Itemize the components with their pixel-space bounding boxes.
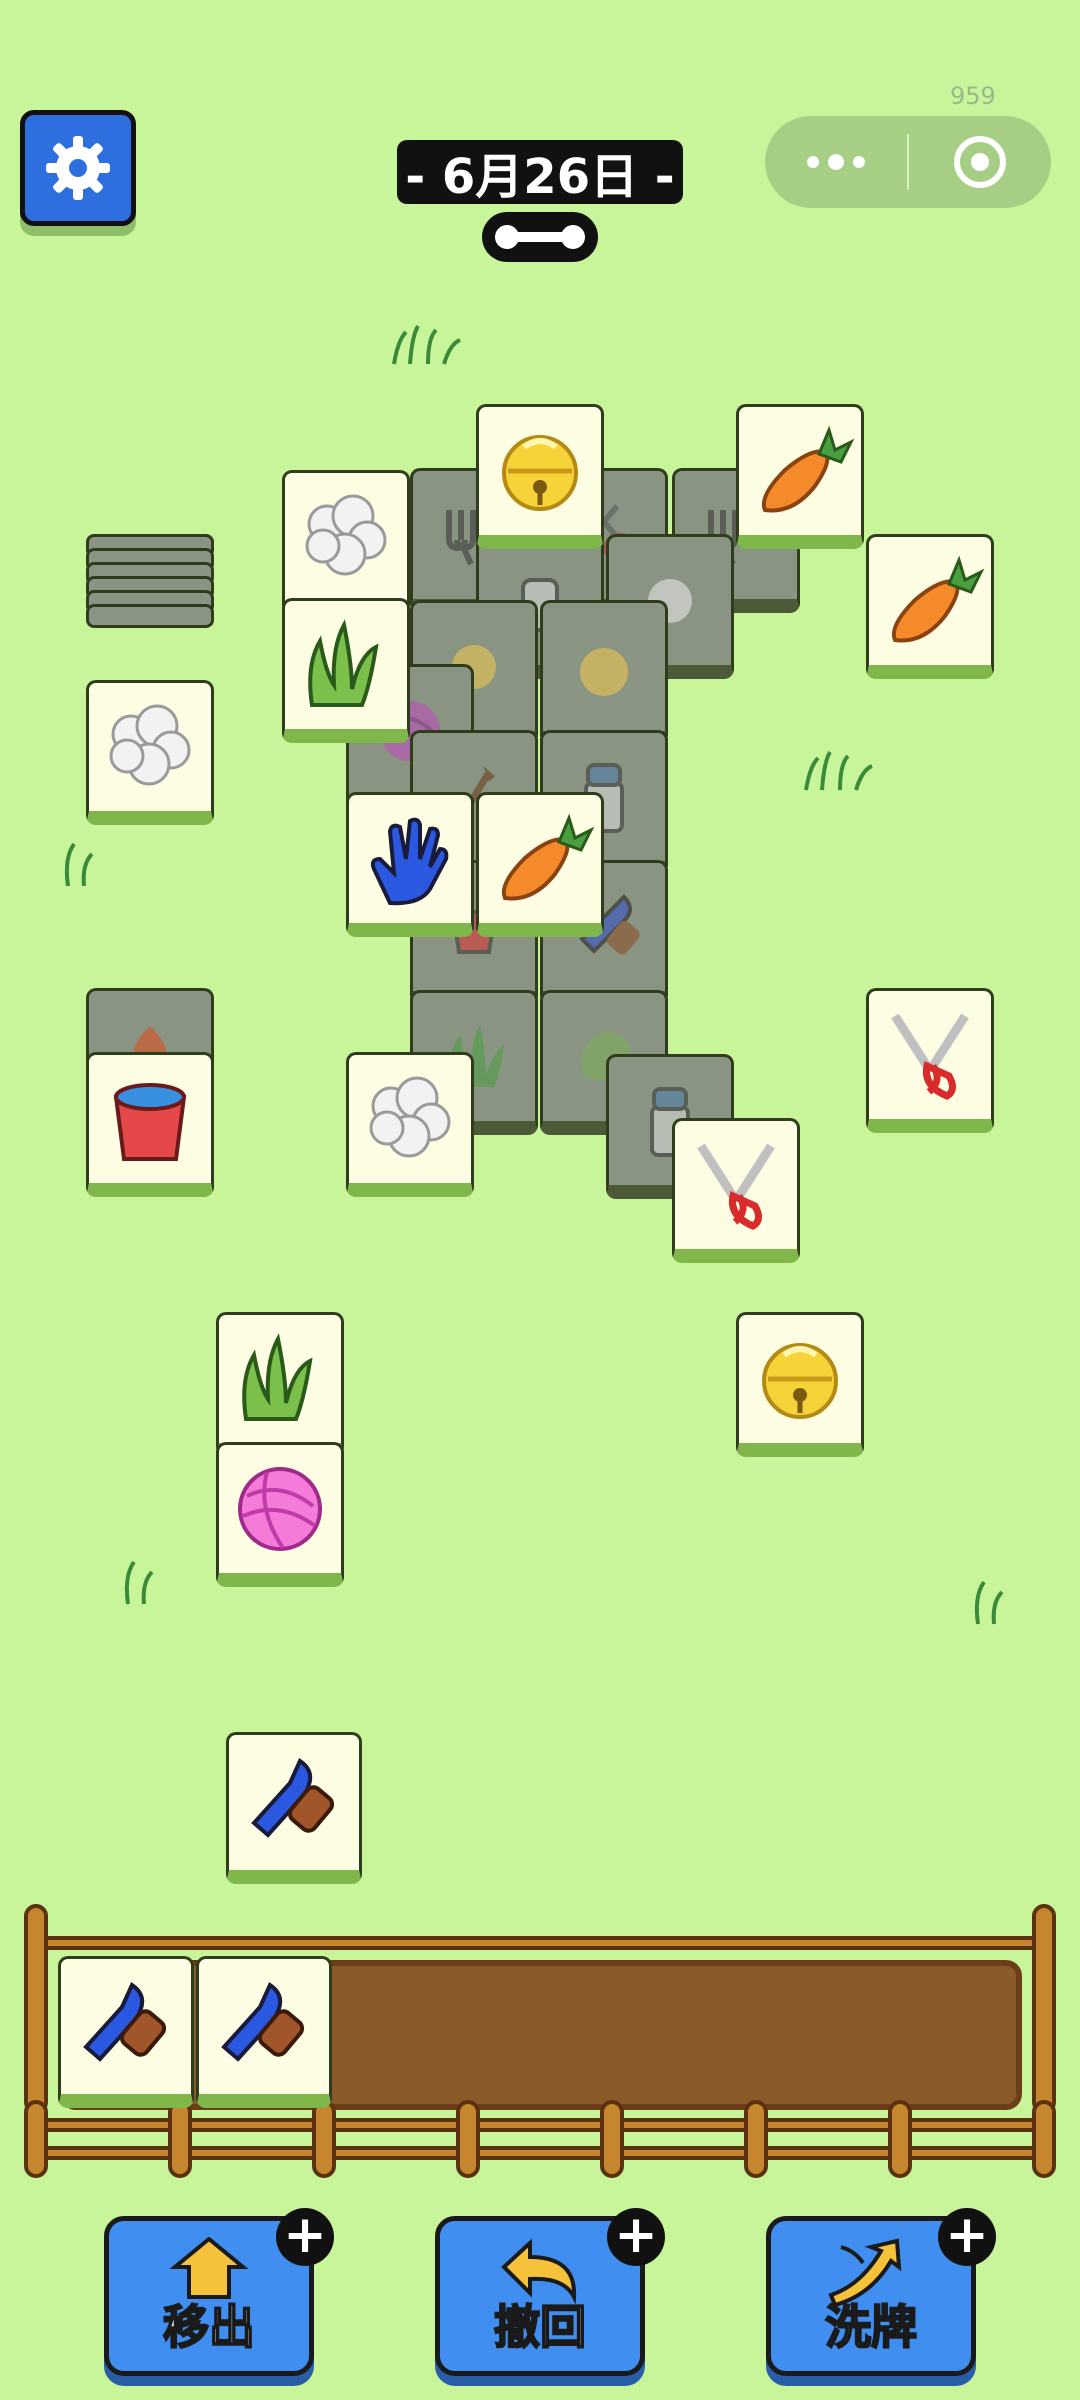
counter-text: 959 <box>950 82 996 110</box>
fence-post <box>168 2100 192 2178</box>
deck-stack <box>86 534 214 628</box>
progress-indicator <box>482 212 598 262</box>
tile-fluff[interactable] <box>346 1052 474 1197</box>
cotton-icon <box>305 494 387 576</box>
grass-icon <box>308 619 379 707</box>
date-label: - 6月26日 - <box>397 140 683 205</box>
fence-rail <box>30 1936 1050 1950</box>
tile-bell[interactable] <box>736 1312 864 1457</box>
cotton-icon <box>109 704 191 786</box>
move-out-arrow-icon <box>169 2237 249 2299</box>
fence-post <box>600 2100 624 2178</box>
tile-grass[interactable] <box>216 1312 344 1457</box>
shuffle-arrows-icon <box>828 2238 902 2307</box>
carrot-icon <box>762 425 855 513</box>
fence-post <box>456 2100 480 2178</box>
tile-glove[interactable] <box>346 792 474 937</box>
fence-post <box>1032 2100 1056 2178</box>
move-out-plus-icon[interactable]: + <box>276 2208 334 2266</box>
fence-post <box>744 2100 768 2178</box>
carrot-icon <box>892 555 985 643</box>
undo-arrow-icon <box>501 2238 577 2305</box>
glove-icon <box>370 817 449 906</box>
grass-decoration <box>392 324 461 365</box>
grass-decoration <box>804 750 873 791</box>
tile-shears[interactable] <box>866 988 994 1133</box>
tile-carrot[interactable] <box>866 534 994 679</box>
tile-shears[interactable] <box>672 1118 800 1263</box>
settings-button[interactable] <box>20 110 136 226</box>
grass-decoration <box>974 1580 1004 1625</box>
tile-fluff[interactable] <box>282 470 410 615</box>
tile-bell[interactable] <box>476 404 604 549</box>
gear-icon <box>46 136 110 200</box>
tile-carrot[interactable] <box>476 792 604 937</box>
target-circle-icon <box>954 136 1006 188</box>
undo-plus-icon[interactable]: + <box>607 2208 665 2266</box>
bell-icon <box>502 435 578 511</box>
mini-program-capsule <box>765 116 1051 208</box>
grass-decoration <box>64 842 94 887</box>
brush-icon <box>83 1981 167 2062</box>
shuffle-plus-icon[interactable]: + <box>938 2208 996 2266</box>
tile-bucket[interactable] <box>86 1052 214 1197</box>
carrot-icon <box>502 813 595 901</box>
menu-button[interactable] <box>765 116 907 208</box>
grass-decoration <box>124 1560 154 1605</box>
covered-tile <box>540 600 668 745</box>
fence-post <box>888 2100 912 2178</box>
shears-icon <box>891 1013 969 1100</box>
grass-icon <box>242 1333 313 1421</box>
brush-icon <box>251 1757 335 1838</box>
more-dots-icon <box>807 154 865 170</box>
yarn-ball-icon <box>238 1467 322 1551</box>
close-button[interactable] <box>909 116 1051 208</box>
tile-yarn[interactable] <box>216 1442 344 1587</box>
brush-icon <box>221 1981 305 2062</box>
tile-brush[interactable] <box>226 1732 362 1884</box>
bell-icon <box>762 1343 838 1419</box>
tray-slot-brush <box>196 1956 332 2108</box>
shears-icon <box>697 1143 775 1230</box>
bucket-icon <box>113 1083 187 1161</box>
tile-fluff[interactable] <box>86 680 214 825</box>
tile-carrot[interactable] <box>736 404 864 549</box>
tile-grass[interactable] <box>282 598 410 743</box>
fence-post <box>24 1904 48 2114</box>
fence-post <box>24 2100 48 2178</box>
cotton-icon <box>369 1076 451 1158</box>
tray-slot-brush <box>58 1956 194 2108</box>
fence-post <box>1032 1904 1056 2114</box>
fence-post <box>312 2100 336 2178</box>
dog-bone-icon <box>495 225 585 249</box>
